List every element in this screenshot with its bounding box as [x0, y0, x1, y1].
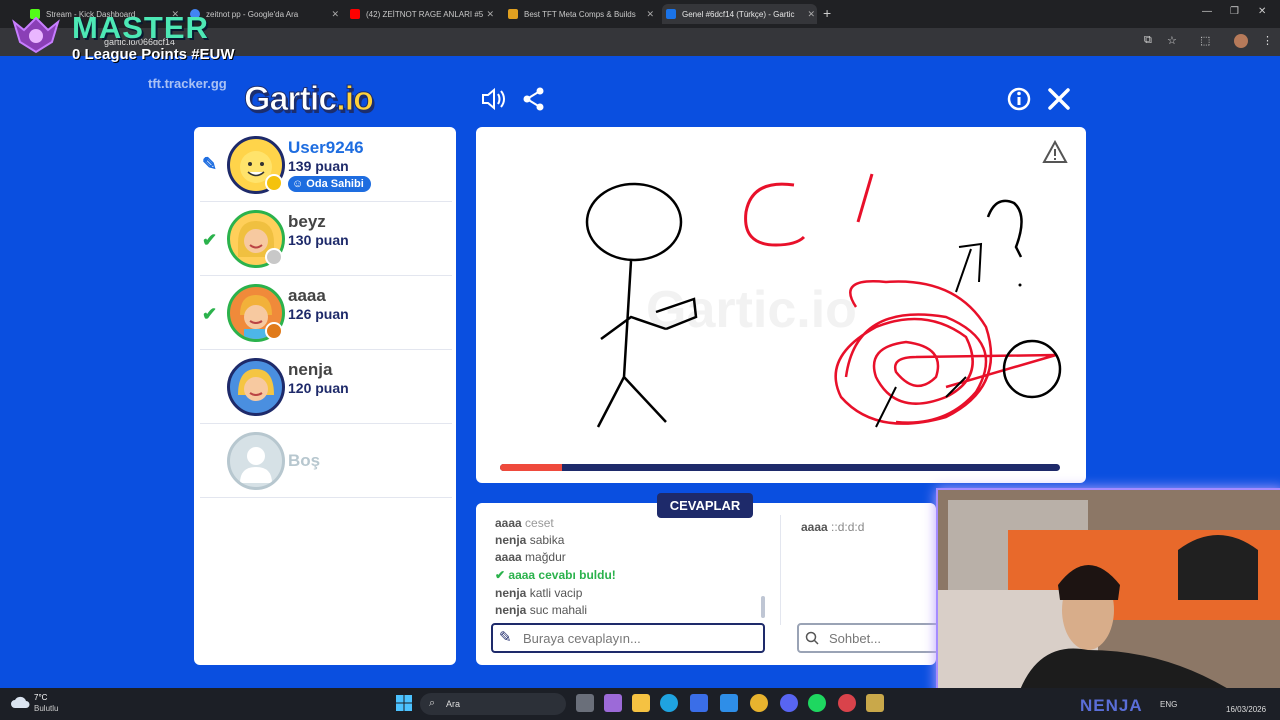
profile-avatar[interactable]	[1234, 34, 1248, 48]
answer-line: nenja katli vacip	[495, 586, 583, 600]
answer-input[interactable]	[491, 623, 765, 653]
gartic-logo[interactable]: Gartic.io	[243, 80, 374, 119]
chat-input[interactable]	[797, 623, 957, 653]
new-tab-button[interactable]: +	[823, 5, 831, 21]
close-tab-icon[interactable]: ✕	[646, 9, 654, 20]
cloud-weather-icon	[11, 696, 30, 708]
room-owner-badge: ☺ Oda Sahibi	[288, 176, 371, 192]
youtube-icon	[350, 9, 360, 19]
spotify-icon[interactable]	[808, 694, 826, 712]
discord-icon[interactable]	[780, 694, 798, 712]
app-icon[interactable]	[838, 694, 856, 712]
answer-line: aaaa mağdur	[495, 550, 566, 564]
maximize-button[interactable]: ❐	[1230, 6, 1239, 17]
answers-scrollbar[interactable]	[761, 596, 765, 618]
search-icon	[805, 631, 819, 645]
status-dot	[265, 322, 283, 340]
menu-icon[interactable]: ⋮	[1262, 34, 1273, 47]
timer-progress-bar	[500, 464, 1060, 471]
timer-progress-fill	[500, 464, 562, 471]
player-row[interactable]: ✎ User9246 139 puan ☺ Oda Sahibi	[200, 128, 452, 202]
status-dot	[265, 174, 283, 192]
webcam-overlay	[936, 488, 1280, 697]
chrome-icon[interactable]	[750, 694, 768, 712]
tft-icon	[508, 9, 518, 19]
player-row[interactable]: nenja 120 puan	[200, 350, 452, 424]
avatar	[227, 358, 285, 416]
close-window-button[interactable]: ✕	[1258, 6, 1266, 17]
answer-line: nenja suc mahali	[495, 603, 588, 617]
correct-answer-line: ✔ aaaa cevabı buldu!	[495, 568, 616, 582]
share-icon[interactable]	[521, 86, 547, 112]
answer-line: nenja sabika	[495, 533, 565, 547]
stream-name: NENJA	[1080, 696, 1143, 715]
taskbar-date[interactable]: 16/03/2026	[1226, 705, 1266, 714]
close-tab-icon[interactable]: ✕	[486, 9, 494, 20]
mail-icon[interactable]	[720, 694, 738, 712]
webcam-feed	[938, 490, 1280, 695]
info-icon[interactable]	[1006, 86, 1032, 112]
tab-youtube[interactable]: (42) ZEİTNOT RAGE ANLARI #5 ✕	[346, 4, 496, 24]
answer-line: aaaa ceset	[495, 516, 554, 530]
cast-icon[interactable]: ⧉	[1144, 34, 1152, 47]
pencil-icon: ✎	[499, 629, 512, 646]
language-indicator[interactable]: ENG	[1160, 700, 1177, 709]
close-tab-icon[interactable]: ✕	[807, 9, 815, 20]
task-view-icon[interactable]	[576, 694, 594, 712]
answers-title: CEVAPLAR	[657, 493, 753, 518]
bookmark-star-icon[interactable]: ☆	[1167, 34, 1177, 47]
close-tab-icon[interactable]: ✕	[331, 9, 339, 20]
close-icon[interactable]	[1046, 86, 1072, 112]
chat-line: aaaa ::d:d:d	[801, 520, 865, 534]
edge-icon[interactable]	[660, 694, 678, 712]
minimize-button[interactable]: —	[1202, 6, 1212, 17]
weather-temp[interactable]: 7°C	[34, 693, 47, 702]
store-icon[interactable]	[690, 694, 708, 712]
search-icon: ⌕	[429, 697, 436, 709]
widgets-icon[interactable]	[604, 694, 622, 712]
drawing-canvas[interactable]: Gartic.io	[476, 127, 1086, 483]
divider	[780, 515, 781, 625]
tab-gartic[interactable]: Genel #6dcf14 (Türkçe) - Gartic ✕	[662, 4, 817, 24]
weather-desc[interactable]: Bulutlu	[34, 704, 58, 713]
check-icon: ✔	[495, 568, 506, 582]
windows-start-icon[interactable]	[396, 695, 412, 711]
extensions-icon[interactable]: ⬚	[1200, 34, 1210, 47]
pencil-icon: ✎	[202, 154, 218, 174]
taskbar-search-label: Ara	[446, 699, 461, 709]
status-dot	[265, 248, 283, 266]
master-emblem-icon	[12, 16, 60, 54]
watermark-logo: Gartic.io	[646, 281, 857, 339]
check-icon: ✔	[202, 230, 218, 250]
tab-tft[interactable]: Best TFT Meta Comps & Builds ✕	[504, 4, 656, 24]
file-explorer-icon[interactable]	[632, 694, 650, 712]
empty-user-icon	[227, 432, 285, 490]
player-row[interactable]: ✔ beyz 130 puan	[200, 202, 452, 276]
tab-google[interactable]: zeitnot pp - Google'da Ara ✕	[186, 4, 341, 24]
league-points: 0 League Points #EUW	[72, 46, 235, 63]
league-icon[interactable]	[866, 694, 884, 712]
player-row[interactable]: ✔ aaaa 126 puan	[200, 276, 452, 350]
rank-title: MASTER	[72, 10, 209, 45]
smile-icon: ☺	[292, 178, 304, 190]
check-icon: ✔	[202, 304, 218, 324]
taskbar-search-box[interactable]	[420, 693, 566, 715]
gartic-icon	[666, 9, 676, 19]
tracker-text: tft.tracker.gg	[148, 76, 227, 91]
player-row-empty: Boş	[200, 424, 452, 498]
sound-icon[interactable]	[480, 86, 506, 112]
report-warning-icon[interactable]	[1042, 140, 1068, 164]
drawing: Gartic.io	[585, 173, 1062, 428]
